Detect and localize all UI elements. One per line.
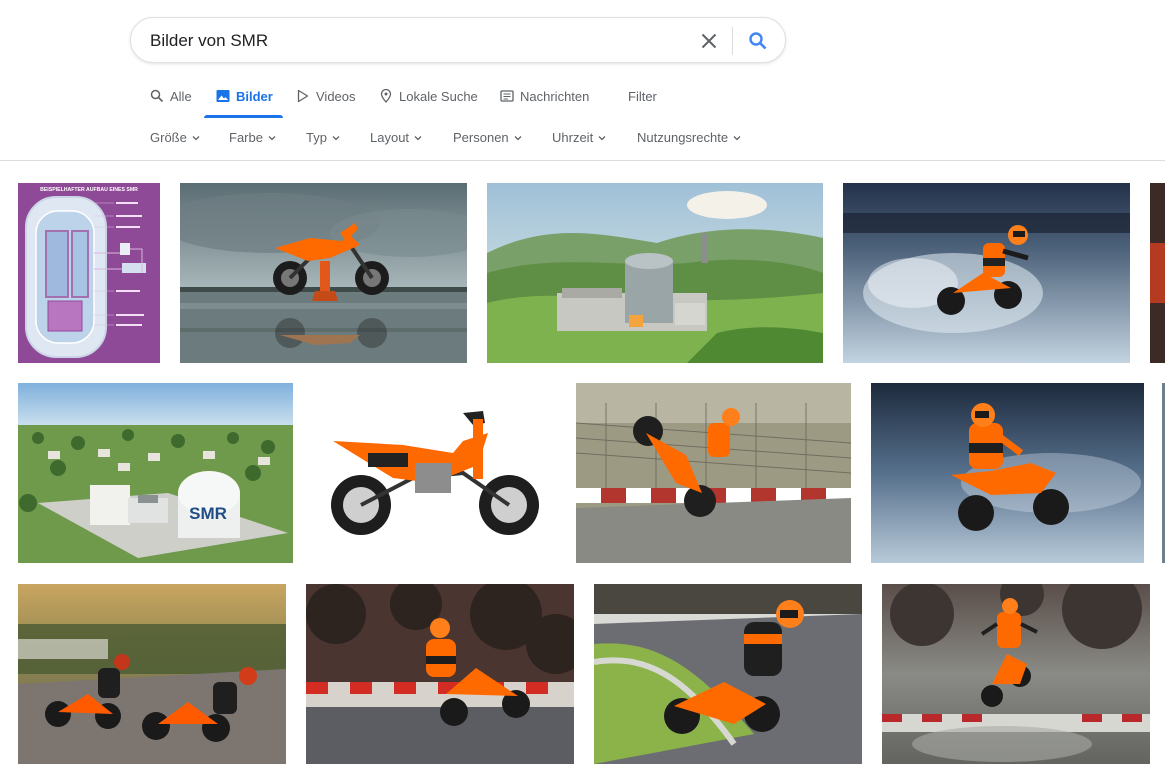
tab-label: Alle xyxy=(170,89,192,104)
chevron-down-icon xyxy=(192,135,200,140)
filter-nutzungsrechte[interactable]: Nutzungsrechte xyxy=(637,130,742,145)
search-icon xyxy=(749,32,767,50)
filter-groesse[interactable]: Größe xyxy=(150,130,201,145)
tab-label: Filter xyxy=(628,89,657,104)
filter-label: Personen xyxy=(453,130,509,145)
filter-farbe[interactable]: Farbe xyxy=(229,130,277,145)
reactor-valley-image xyxy=(487,183,823,363)
filter-typ[interactable]: Typ xyxy=(306,130,341,145)
tab-label: Videos xyxy=(316,89,356,104)
search-box xyxy=(130,17,786,63)
header-divider xyxy=(0,160,1165,161)
chevron-down-icon xyxy=(733,135,741,140)
filter-label: Nutzungsrechte xyxy=(637,130,729,145)
chevron-down-icon xyxy=(414,135,422,140)
image-icon xyxy=(216,90,230,102)
filter-layout[interactable]: Layout xyxy=(370,130,423,145)
filter-label: Größe xyxy=(150,130,187,145)
smr-diagram-image: BEISPIELHAFTER AUFBAU EINES SMR xyxy=(18,183,160,363)
image-result-rider-knee-down[interactable] xyxy=(594,584,862,764)
tab-bilder[interactable]: Bilder xyxy=(216,86,273,118)
tab-label: Nachrichten xyxy=(520,89,590,104)
filter-label: Uhrzeit xyxy=(552,130,594,145)
image-result-ktm-studio[interactable] xyxy=(313,383,556,563)
chevron-down-icon xyxy=(332,135,340,140)
search-separator xyxy=(732,27,733,55)
rider-wheelie-image xyxy=(576,383,851,563)
search-input[interactable] xyxy=(150,30,670,52)
chevron-down-icon xyxy=(268,135,276,140)
image-result-rider-wet-track[interactable] xyxy=(871,383,1144,563)
image-result-two-riders[interactable] xyxy=(18,584,286,764)
tab-label: Bilder xyxy=(236,89,273,104)
pin-icon xyxy=(380,89,392,103)
tab-filter[interactable]: Filter xyxy=(628,86,657,118)
news-icon xyxy=(500,90,514,102)
close-icon xyxy=(701,33,717,49)
tab-label: Lokale Suche xyxy=(399,89,478,104)
filter-uhrzeit[interactable]: Uhrzeit xyxy=(552,130,607,145)
tab-lokale-suche[interactable]: Lokale Suche xyxy=(379,86,478,118)
rider-kerb-image xyxy=(306,584,574,764)
search-icon xyxy=(150,89,164,103)
tab-alle[interactable]: Alle xyxy=(150,86,192,118)
chevron-down-icon xyxy=(514,135,522,140)
active-tab-indicator xyxy=(204,115,283,118)
clear-button[interactable] xyxy=(697,29,721,53)
two-riders-image xyxy=(18,584,286,764)
rider-ice-image xyxy=(843,183,1130,363)
rider-wet-track-image xyxy=(871,383,1144,563)
tab-videos[interactable]: Videos xyxy=(296,86,356,118)
image-result-reactor-valley[interactable] xyxy=(487,183,823,363)
filter-personen[interactable]: Personen xyxy=(453,130,523,145)
smr-label: SMR xyxy=(189,504,227,523)
image-result-smr-diagram[interactable]: BEISPIELHAFTER AUFBAU EINES SMR xyxy=(18,183,160,363)
image-result-ktm-bike-lake[interactable] xyxy=(180,183,467,363)
filter-label: Farbe xyxy=(229,130,263,145)
image-result-rider-kerb[interactable] xyxy=(306,584,574,764)
chevron-down-icon xyxy=(598,135,606,140)
ktm-bike-lake-image xyxy=(180,183,467,363)
smr-building-image: SMR xyxy=(18,383,293,563)
image-result-smr-building[interactable]: SMR xyxy=(18,383,293,563)
image-result-rider-jump[interactable] xyxy=(882,584,1150,764)
image-result-rider-wheelie[interactable] xyxy=(576,383,851,563)
partial-image xyxy=(1150,183,1165,363)
diagram-title: BEISPIELHAFTER AUFBAU EINES SMR xyxy=(40,187,138,193)
search-button[interactable] xyxy=(746,29,770,53)
image-result-partial[interactable] xyxy=(1150,183,1165,363)
tab-nachrichten[interactable]: Nachrichten xyxy=(500,86,589,118)
rider-jump-image xyxy=(882,584,1150,764)
ktm-studio-image xyxy=(313,383,556,563)
filter-label: Typ xyxy=(306,130,327,145)
filter-label: Layout xyxy=(370,130,410,145)
rider-knee-down-image xyxy=(594,584,862,764)
play-icon xyxy=(297,89,309,103)
image-result-rider-ice[interactable] xyxy=(843,183,1130,363)
